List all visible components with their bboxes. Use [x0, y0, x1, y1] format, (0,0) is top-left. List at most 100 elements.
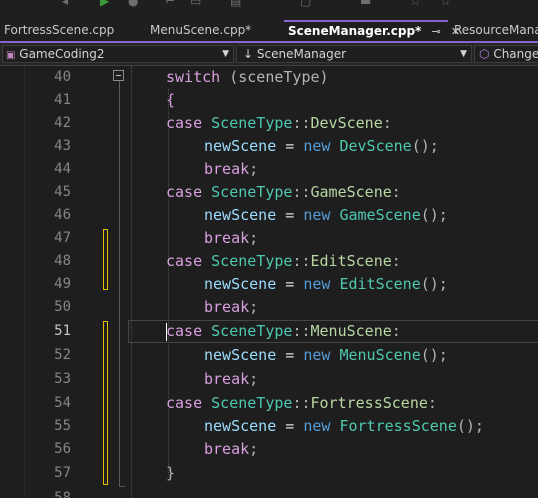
enum-value: DevScene: [310, 114, 383, 132]
line-number: 58: [54, 490, 71, 498]
enum-type: SceneType: [211, 183, 293, 201]
member-label: ChangeS: [493, 47, 538, 61]
enum-value: GameScene: [310, 183, 392, 201]
method-icon: ⬡: [479, 47, 490, 61]
pin-icon[interactable]: ⊸: [432, 25, 441, 38]
class-name: EditScene: [339, 275, 421, 293]
star-icon[interactable]: ☆: [440, 0, 451, 8]
open-brace: {: [166, 91, 176, 109]
semicolon: ;: [249, 298, 259, 316]
keyword: switch: [166, 68, 221, 86]
line-number: 54: [54, 395, 71, 411]
toolbar: ◂ ▶ ● ⌐ ▭ ▤ ▢ ▬ ☆ ☆: [0, 0, 538, 20]
comment-icon[interactable]: ▬: [360, 0, 371, 8]
line-number: 46: [54, 207, 71, 223]
line-number: 41: [54, 92, 71, 108]
code-line-close-brace: }: [166, 462, 175, 485]
line-number: 57: [54, 465, 71, 481]
variable: newScene: [204, 417, 277, 435]
keyword: new: [303, 206, 331, 224]
semicolon: ;: [249, 370, 259, 388]
colon: :: [391, 322, 401, 340]
tab-menu-scene[interactable]: MenuScene.cpp*: [146, 20, 282, 41]
code-line-break: break;: [204, 438, 258, 461]
call-suffix: ();: [456, 417, 484, 435]
assign-operator: =: [276, 417, 304, 435]
scope-operator: ::: [292, 252, 311, 270]
debug-icon[interactable]: ⌐: [165, 0, 175, 8]
call-suffix: ();: [420, 275, 448, 293]
keyword: case: [166, 394, 203, 412]
colon: :: [391, 252, 401, 270]
tab-resource-manager[interactable]: ResourceManag: [450, 20, 538, 41]
assign-operator: =: [276, 346, 304, 364]
call-suffix: ();: [420, 206, 448, 224]
line-number: 47: [54, 230, 71, 246]
semicolon: ;: [249, 440, 259, 458]
line-number: 55: [54, 418, 71, 434]
tab-scene-manager[interactable]: SceneManager.cpp* ⊸ ✕: [284, 20, 460, 41]
colon: :: [427, 394, 437, 412]
run-icon[interactable]: ▶: [100, 0, 109, 8]
scope-dropdown[interactable]: ↓ SceneManager ▼: [236, 45, 472, 63]
change-marker: [103, 229, 108, 290]
indent-guide: [168, 89, 169, 475]
tool-icon[interactable]: ▭: [190, 0, 201, 8]
undo-icon[interactable]: ◂: [62, 0, 68, 8]
class-name: DevScene: [339, 137, 412, 155]
assign-operator: =: [276, 275, 304, 293]
code-line-break: break;: [204, 158, 258, 181]
code-line-assign: newScene = new DevScene();: [204, 135, 439, 158]
keyword: case: [166, 183, 203, 201]
member-dropdown[interactable]: ⬡ ChangeS: [474, 45, 538, 63]
keyword: break: [204, 160, 250, 178]
colon: :: [382, 114, 392, 132]
enum-value: FortressScene: [310, 394, 428, 412]
keyword: new: [303, 137, 331, 155]
semicolon: ;: [249, 229, 259, 247]
code-line-assign: newScene = new FortressScene();: [204, 415, 484, 438]
line-number: 49: [54, 276, 71, 292]
project-icon: ▣: [6, 50, 16, 61]
bookmark-icon[interactable]: ▤: [230, 0, 241, 8]
tab-label: SceneManager.cpp*: [288, 24, 422, 38]
switch-expression: (sceneType): [229, 68, 329, 86]
text-caret: [166, 323, 167, 341]
code-editor[interactable]: 40 41 42 43 44 45 46 47 48 49 50 51 52 5…: [0, 66, 538, 498]
chevron-down-icon: ▼: [222, 49, 229, 59]
tab-label: FortressScene.cpp: [4, 23, 115, 37]
fold-line: [119, 81, 120, 487]
scope-icon: ↓: [243, 47, 254, 61]
variable: newScene: [204, 346, 277, 364]
stop-icon[interactable]: ●: [128, 0, 138, 8]
semicolon: ;: [249, 160, 259, 178]
line-number: 45: [54, 184, 71, 200]
variable: newScene: [204, 275, 277, 293]
call-suffix: ();: [420, 346, 448, 364]
star-icon[interactable]: ☆: [410, 0, 421, 8]
scope-operator: ::: [292, 183, 311, 201]
scope-operator: ::: [292, 114, 311, 132]
variable: newScene: [204, 137, 277, 155]
line-number: 48: [54, 253, 71, 269]
scope-operator: ::: [292, 394, 311, 412]
collapse-icon[interactable]: [113, 70, 124, 81]
line-number-gutter: 40 41 42 43 44 45 46 47 48 49 50 51 52 5…: [25, 66, 102, 498]
project-dropdown[interactable]: ▣ GameCoding2 ▼: [2, 45, 234, 63]
chevron-down-icon: ▼: [460, 49, 467, 59]
enum-type: SceneType: [211, 394, 293, 412]
tab-fortress-scene[interactable]: FortressScene.cpp: [0, 20, 140, 41]
class-name: FortressScene: [339, 417, 457, 435]
line-number: 43: [54, 138, 71, 154]
code-line-assign: newScene = new EditScene();: [204, 273, 448, 296]
line-number: 56: [54, 441, 71, 457]
enum-type: SceneType: [211, 114, 293, 132]
current-line-number: 51: [54, 323, 71, 339]
enum-type: SceneType: [211, 322, 293, 340]
keyword: case: [166, 114, 203, 132]
line-number: 52: [54, 347, 71, 363]
document-tabs: FortressScene.cpp MenuScene.cpp* SceneMa…: [0, 20, 538, 42]
code-line-break: break;: [204, 368, 258, 391]
window-icon[interactable]: ▢: [300, 0, 311, 8]
line-number: 42: [54, 115, 71, 131]
